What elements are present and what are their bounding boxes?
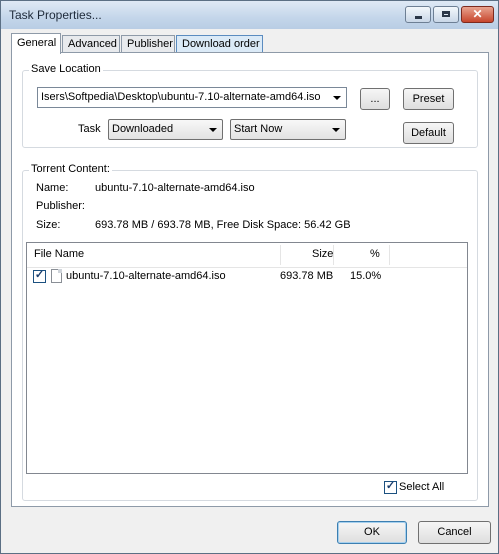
maximize-icon <box>442 11 450 17</box>
save-location-label: Save Location <box>29 63 103 75</box>
column-divider[interactable] <box>333 245 334 265</box>
close-icon: ✕ <box>472 7 483 21</box>
checkmark-icon: ✓ <box>385 480 396 492</box>
chevron-down-icon[interactable] <box>209 128 217 132</box>
size-label: Size: <box>36 219 61 231</box>
tab-general[interactable]: General <box>11 33 61 54</box>
name-value: ubuntu-7.10-alternate-amd64.iso <box>95 182 255 194</box>
checkmark-icon: ✓ <box>34 269 45 281</box>
torrent-content-label: Torrent Content: <box>29 163 112 175</box>
column-file-name[interactable]: File Name <box>34 248 84 260</box>
save-path-value: Isers\Softpedia\Desktop\ubuntu-7.10-alte… <box>41 91 321 103</box>
file-list[interactable]: File Name Size % ✓ ubuntu-7.10-alternate… <box>26 242 468 474</box>
size-value: 693.78 MB / 693.78 MB, Free Disk Space: … <box>95 219 351 231</box>
task-state-value: Downloaded <box>112 123 174 135</box>
window-title: Task Properties... <box>9 8 102 22</box>
ok-button[interactable]: OK <box>337 521 407 544</box>
start-mode-value: Start Now <box>234 123 283 135</box>
cancel-button[interactable]: Cancel <box>418 521 491 544</box>
minimize-icon <box>415 16 422 19</box>
task-state-select[interactable]: Downloaded <box>108 119 223 140</box>
preset-button[interactable]: Preset <box>403 88 454 110</box>
chevron-down-icon[interactable] <box>333 96 341 100</box>
column-divider[interactable] <box>280 245 281 265</box>
name-label: Name: <box>36 182 69 194</box>
save-path-combo[interactable]: Isers\Softpedia\Desktop\ubuntu-7.10-alte… <box>37 87 347 108</box>
task-properties-dialog: Task Properties... ✕ General Advanced Pu… <box>0 0 499 554</box>
file-percent-cell: 15.0% <box>350 270 382 282</box>
title-bar[interactable]: Task Properties... ✕ <box>1 1 498 29</box>
tab-publisher[interactable]: Publisher <box>121 35 175 53</box>
file-name-cell: ubuntu-7.10-alternate-amd64.iso <box>66 270 226 282</box>
default-button[interactable]: Default <box>403 122 454 144</box>
file-list-header: File Name Size % <box>27 243 467 268</box>
select-all-checkbox[interactable]: ✓ <box>384 480 397 494</box>
close-button[interactable]: ✕ <box>461 6 494 23</box>
select-all-label[interactable]: Select All <box>399 481 444 493</box>
start-mode-select[interactable]: Start Now <box>230 119 346 140</box>
file-checkbox[interactable]: ✓ <box>33 269 46 283</box>
general-panel: Save Location Isers\Softpedia\Desktop\ub… <box>11 52 489 507</box>
column-percent[interactable]: % <box>370 248 380 260</box>
task-label: Task <box>78 123 101 135</box>
browse-button[interactable]: ... <box>360 88 390 110</box>
chevron-down-icon[interactable] <box>332 128 340 132</box>
file-size-cell: 693.78 MB <box>280 270 334 282</box>
publisher-label: Publisher: <box>36 200 85 212</box>
table-row[interactable]: ✓ ubuntu-7.10-alternate-amd64.iso 693.78… <box>27 268 467 286</box>
tab-download-order[interactable]: Download order <box>176 35 263 53</box>
minimize-button[interactable] <box>405 6 431 23</box>
file-icon <box>51 269 62 283</box>
tab-advanced[interactable]: Advanced <box>62 35 120 53</box>
column-divider[interactable] <box>389 245 390 265</box>
maximize-button[interactable] <box>433 6 459 23</box>
column-size[interactable]: Size <box>312 248 333 260</box>
